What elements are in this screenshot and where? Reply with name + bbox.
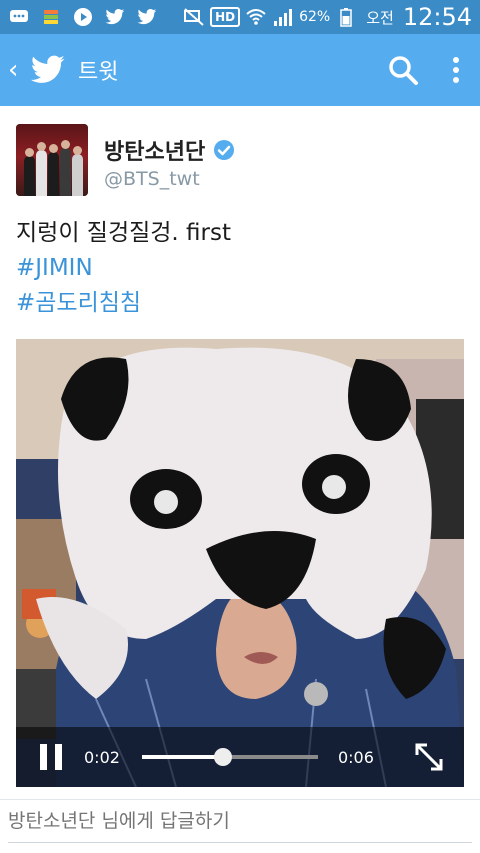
verified-badge-icon: [213, 139, 235, 161]
user-handle[interactable]: @BTS_twt: [104, 168, 200, 190]
video-player[interactable]: 0:02 0:06: [16, 339, 464, 787]
twitter-icon: [136, 7, 158, 27]
twitter-icon: [104, 7, 126, 27]
seek-thumb[interactable]: [213, 748, 232, 766]
status-bar: HD 62% 오전 12:54: [0, 0, 480, 34]
tweet-text: 지렁이 질겅질겅. first #JIMIN #곰도리침침: [16, 216, 231, 321]
hd-icon: HD: [210, 7, 241, 27]
layers-icon: [40, 7, 62, 27]
pause-icon[interactable]: [40, 744, 62, 770]
play-icon: [72, 7, 94, 27]
signal-icon: [272, 7, 294, 27]
more-vert-icon[interactable]: [450, 53, 462, 87]
hashtag-link[interactable]: #곰도리침침: [16, 286, 231, 321]
app-bar: ‹ 트윗: [0, 34, 480, 106]
battery-percent: 62%: [299, 9, 331, 25]
app-bar-actions: [386, 53, 480, 87]
system-icons: HD 62% 오전 12:54: [183, 3, 472, 31]
reply-underline: [8, 842, 472, 843]
current-time: 0:02: [84, 747, 120, 767]
expand-icon[interactable]: [412, 740, 446, 774]
reply-bar: [0, 799, 480, 853]
seek-progress: [141, 755, 223, 759]
video-controls: 0:02 0:06: [16, 727, 464, 787]
back-icon[interactable]: ‹: [8, 57, 24, 83]
mute-icon: [183, 7, 205, 27]
display-name[interactable]: 방탄소년단: [104, 134, 205, 166]
seek-bar[interactable]: [141, 748, 318, 766]
twitter-bird-icon[interactable]: [30, 55, 66, 85]
avatar[interactable]: [16, 124, 88, 196]
reply-input[interactable]: [8, 810, 472, 832]
duration: 0:06: [337, 747, 374, 767]
search-icon[interactable]: [386, 53, 420, 87]
tweet-text-line: 지렁이 질겅질겅. first: [16, 220, 231, 246]
wifi-icon: [245, 7, 267, 27]
hashtag-link[interactable]: #JIMIN: [16, 251, 231, 286]
battery-icon: [335, 7, 357, 27]
page-title: 트윗: [78, 60, 119, 85]
author-name-row[interactable]: 방탄소년단: [104, 134, 235, 166]
status-ampm: 오전: [366, 8, 394, 27]
status-time: 12:54: [402, 3, 472, 31]
video-frame: [16, 339, 464, 787]
chat-icon: [8, 7, 30, 27]
notification-icons: [8, 7, 158, 27]
